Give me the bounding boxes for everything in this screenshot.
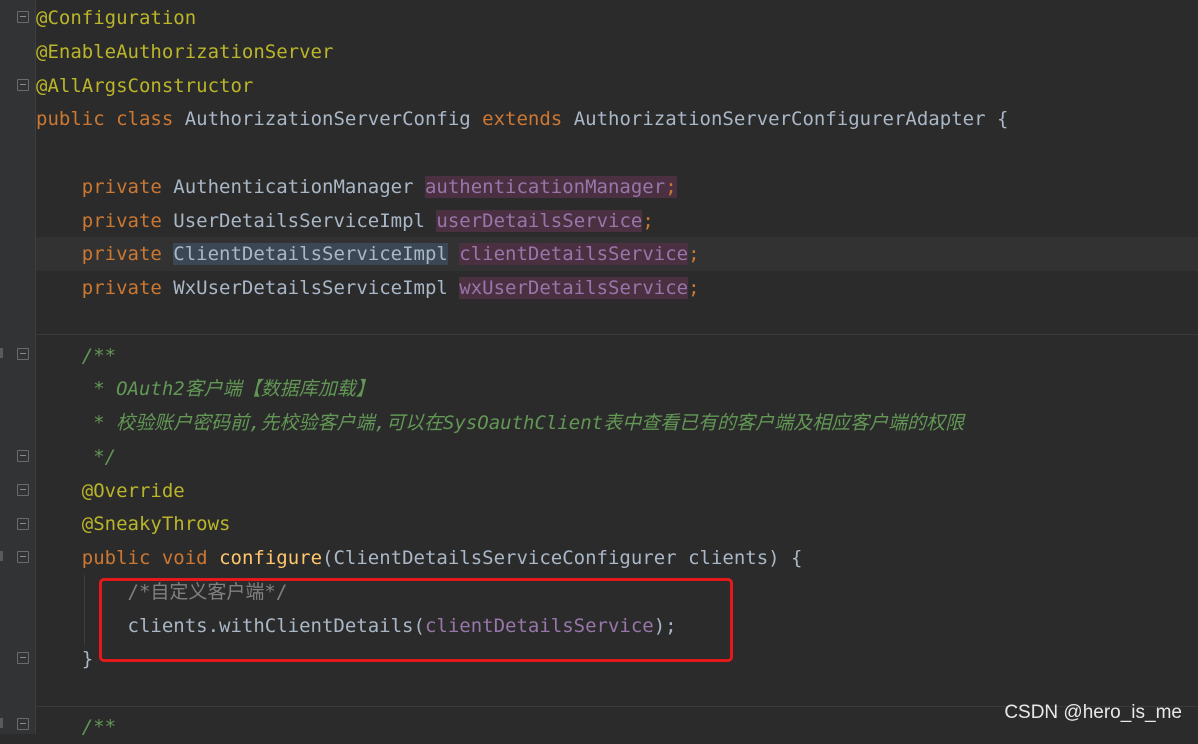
annotation-enable-authorization-server: @EnableAuthorizationServer xyxy=(36,41,334,63)
fold-marker-icon[interactable] xyxy=(17,652,29,664)
gutter-mark xyxy=(0,718,3,728)
semicolon: ; xyxy=(688,243,700,265)
gutter-mark xyxy=(0,348,3,358)
class-name: AuthorizationServerConfig xyxy=(184,108,471,130)
line-gutter[interactable] xyxy=(0,0,35,734)
javadoc-line: * 校验账户密码前,先校验客户端,可以在SysOauthClient表中查看已有… xyxy=(81,412,965,434)
code-line-override[interactable]: @Override xyxy=(36,474,1198,508)
semicolon: ; xyxy=(688,277,700,299)
code-line-field-1[interactable]: private AuthenticationManager authentica… xyxy=(36,170,1198,204)
code-line-field-3[interactable]: private ClientDetailsServiceImpl clientD… xyxy=(36,237,1198,271)
code-line-2[interactable]: @EnableAuthorizationServer xyxy=(36,35,1198,69)
field-name: userDetailsService xyxy=(436,210,643,232)
code-line-javadoc-1[interactable]: * OAuth2客户端【数据库加载】 xyxy=(36,372,1198,406)
modifier-private: private xyxy=(81,176,162,198)
code-line-sneaky-throws[interactable]: @SneakyThrows xyxy=(36,507,1198,541)
fold-marker-icon[interactable] xyxy=(17,348,29,360)
field-type: AuthenticationManager xyxy=(173,176,414,198)
red-highlight-box xyxy=(99,578,733,662)
code-line-field-2[interactable]: private UserDetailsServiceImpl userDetai… xyxy=(36,204,1198,238)
javadoc-close: */ xyxy=(81,446,117,468)
code-line-javadoc-2[interactable]: * 校验账户密码前,先校验客户端,可以在SysOauthClient表中查看已有… xyxy=(36,406,1198,440)
field-name: wxUserDetailsService xyxy=(459,277,689,299)
semicolon: ; xyxy=(642,210,654,232)
annotation-all-args-constructor: @AllArgsConstructor xyxy=(36,75,254,97)
fold-marker-icon[interactable] xyxy=(17,450,29,462)
fold-marker-icon[interactable] xyxy=(17,484,29,496)
fold-marker-icon[interactable] xyxy=(17,718,29,730)
field-name: clientDetailsService xyxy=(459,243,689,265)
method-params: (ClientDetailsServiceConfigurer clients)… xyxy=(322,547,803,569)
semicolon: ; xyxy=(665,176,677,198)
gutter-mark xyxy=(0,551,3,561)
method-name: configure xyxy=(219,547,323,569)
field-name: authenticationManager xyxy=(424,176,666,198)
field-type: WxUserDetailsServiceImpl xyxy=(173,277,448,299)
fold-marker-icon[interactable] xyxy=(17,11,29,23)
code-line-javadoc-open[interactable]: /** xyxy=(36,339,1198,373)
code-line-4[interactable]: public class AuthorizationServerConfig e… xyxy=(36,102,1198,136)
javadoc-line: * OAuth2客户端【数据库加载】 xyxy=(81,378,375,400)
code-line-1[interactable]: @Configuration xyxy=(36,1,1198,35)
fold-marker-icon[interactable] xyxy=(17,79,29,91)
fold-marker-icon[interactable] xyxy=(17,551,29,563)
annotation-sneaky-throws: @SneakyThrows xyxy=(81,513,231,535)
keyword-public-void: public void xyxy=(81,547,208,569)
javadoc-open: /** xyxy=(81,716,117,738)
code-line-method-signature[interactable]: public void configure(ClientDetailsServi… xyxy=(36,541,1198,575)
field-type-selected: ClientDetailsServiceImpl xyxy=(173,243,448,265)
open-brace: { xyxy=(996,108,1009,130)
field-type: UserDetailsServiceImpl xyxy=(173,210,425,232)
modifier-private: private xyxy=(81,277,162,299)
annotation-configuration: @Configuration xyxy=(36,7,197,29)
code-line-field-4[interactable]: private WxUserDetailsServiceImpl wxUserD… xyxy=(36,271,1198,305)
javadoc-open: /** xyxy=(81,345,117,367)
keyword-extends: extends xyxy=(482,108,563,130)
code-line-javadoc-close[interactable]: */ xyxy=(36,440,1198,474)
modifier-private: private xyxy=(81,243,162,265)
code-editor[interactable]: @Configuration @EnableAuthorizationServe… xyxy=(0,0,1198,738)
watermark: CSDN @hero_is_me xyxy=(1004,702,1182,723)
annotation-override: @Override xyxy=(81,480,185,502)
fold-marker-icon[interactable] xyxy=(17,518,29,530)
close-brace: } xyxy=(81,648,94,670)
keyword-public-class: public class xyxy=(36,108,174,130)
method-separator xyxy=(36,334,1198,335)
modifier-private: private xyxy=(81,210,162,232)
code-line-3[interactable]: @AllArgsConstructor xyxy=(36,69,1198,103)
parent-class-name: AuthorizationServerConfigurerAdapter xyxy=(573,108,986,130)
